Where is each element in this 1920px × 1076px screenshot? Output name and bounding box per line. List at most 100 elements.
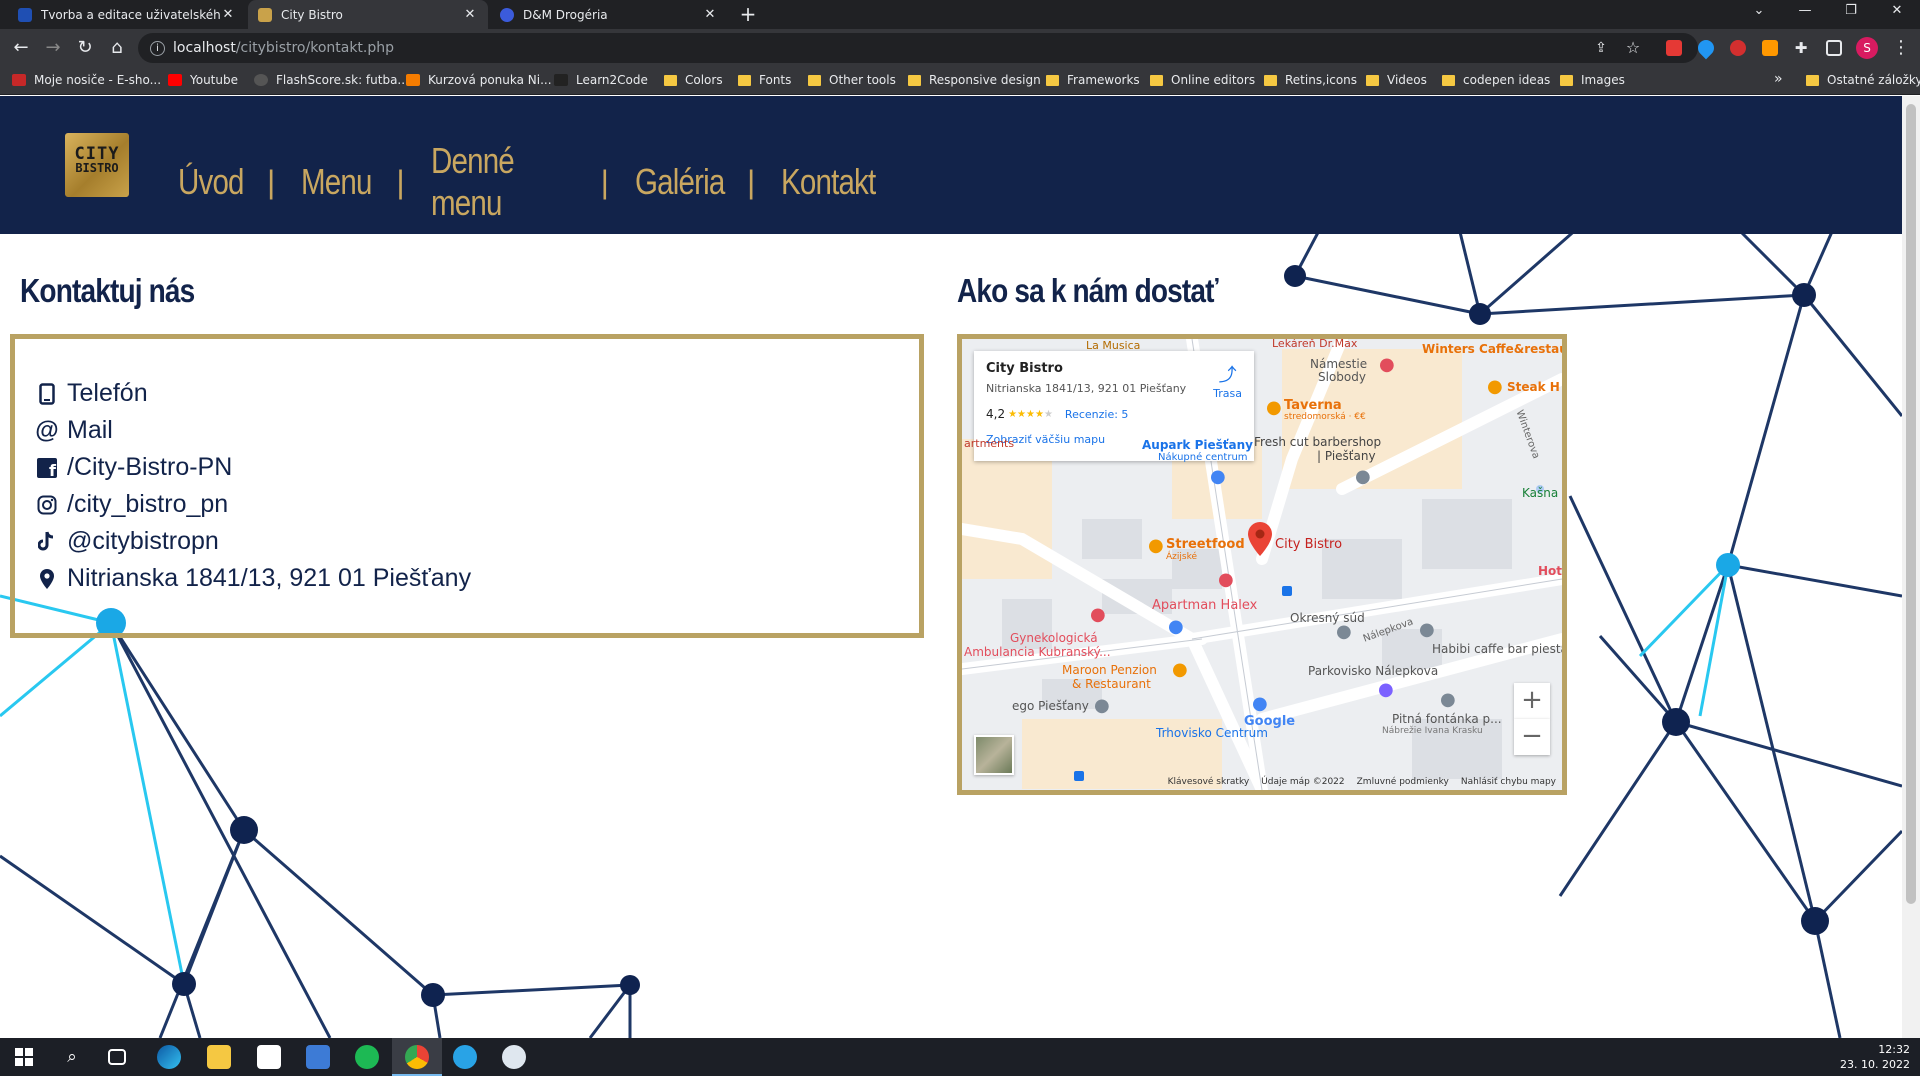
bookmark-folder[interactable]: Colors [664,73,723,87]
contact-address[interactable]: Nitrianska 1841/13, 921 01 Piešťany [37,564,471,593]
restore-button[interactable]: ❐ [1828,3,1874,18]
browser-tab-strip: Tvorba a editace uživatelského p ✕ City … [0,0,1920,29]
folder-icon [808,74,821,86]
close-window-button[interactable]: ✕ [1874,3,1920,18]
tab-city-bistro[interactable]: City Bistro ✕ [248,0,488,29]
place-address: Nitrianska 1841/13, 921 01 Piešťany [986,382,1187,395]
bookmark-folder[interactable]: codepen ideas [1442,73,1550,87]
bookmark-folder-other[interactable]: Ostatné záložky [1806,73,1920,87]
bookmark-folder[interactable]: Online editors [1150,73,1255,87]
extension-drop-icon[interactable] [1694,36,1718,60]
map-label: ego Piešťany [1012,699,1089,713]
menu-kebab-icon[interactable]: ⋮ [1888,35,1914,61]
zoom-in-button[interactable]: + [1514,683,1550,719]
nav-item-galeria[interactable]: Galéria [635,161,725,203]
bookmark-folder[interactable]: Other tools [808,73,896,87]
bookmark-folder[interactable]: Videos [1366,73,1427,87]
forward-button[interactable]: → [40,35,66,61]
extensions-puzzle-icon[interactable]: ✚ [1788,35,1814,61]
bookmark-star-icon[interactable]: ☆ [1620,35,1646,61]
map-label: Nábrežie Ivana Krasku [1382,726,1483,736]
flashscore-icon [254,74,268,86]
bookmark-folder[interactable]: Retins,icons [1264,73,1357,87]
chrome-taskbar-active[interactable] [392,1038,442,1076]
home-button[interactable]: ⌂ [104,35,130,61]
bookmark-item[interactable]: Learn2Code [554,73,648,87]
paint-icon[interactable] [502,1045,526,1069]
tab-search-icon[interactable]: ⌄ [1736,3,1782,18]
file-explorer-icon[interactable] [207,1045,231,1069]
app-blue-icon[interactable] [306,1045,330,1069]
contact-tiktok[interactable]: @citybistropn [37,527,219,556]
bookmarks-bar: Moje nosiče - E-sho... Youtube FlashScor… [0,67,1920,95]
nav-item-kontakt[interactable]: Kontakt [781,161,876,203]
contact-phone[interactable]: Telefón [37,379,148,408]
bookmark-folder[interactable]: Images [1560,73,1625,87]
bookmarks-more-button[interactable]: » [1774,71,1783,87]
map-label: artments [964,437,1015,450]
contact-instagram[interactable]: /city_bistro_pn [37,490,228,519]
terms-link[interactable]: Zmluvné podmienky [1357,777,1449,787]
contact-heading: Kontaktuj nás [20,272,195,309]
bookmark-folder[interactable]: Responsive design [908,73,1041,87]
tab-dm[interactable]: D&M Drogéria ✕ [490,0,728,29]
scrollbar-thumb[interactable] [1906,104,1916,904]
system-clock[interactable]: 12:32 23. 10. 2022 [1840,1042,1910,1072]
facebook-icon: f [37,456,57,480]
share-icon[interactable]: ⇪ [1588,35,1614,61]
reviews-link[interactable]: Recenzie: 5 [1065,408,1129,421]
app-fish-icon[interactable] [453,1045,477,1069]
bookmark-folder[interactable]: Fonts [738,73,791,87]
address-bar[interactable]: i localhost/citybistro/kontakt.php [138,33,1698,63]
nav-item-menu[interactable]: Menu [301,161,372,203]
edge-icon[interactable] [157,1045,181,1069]
page-scrollbar[interactable] [1902,96,1920,1038]
folder-icon [908,74,921,86]
google-map-embed[interactable]: City Bistro Nitrianska 1841/13, 921 01 P… [957,334,1567,795]
back-button[interactable]: ← [8,35,34,61]
map-label: Lekáreň Dr.Max [1272,337,1358,350]
zoom-out-button[interactable]: − [1514,719,1550,755]
search-icon[interactable]: ⌕ [60,1045,84,1069]
windows-start-icon[interactable] [12,1045,36,1069]
bookmark-item[interactable]: FlashScore.sk: futba... [254,73,409,87]
spotify-icon[interactable] [355,1045,379,1069]
directions-button[interactable]: ⤴ Trasa [1213,361,1242,400]
close-icon[interactable]: ✕ [462,7,478,22]
report-error-link[interactable]: Nahlásiť chybu mapy [1461,777,1556,787]
folder-icon [1366,74,1379,86]
nav-item-denne-menu[interactable]: Denné menu [431,140,548,224]
close-icon[interactable]: ✕ [220,7,236,22]
reload-button[interactable]: ↻ [72,35,98,61]
keyboard-shortcuts-link[interactable]: Klávesové skratky [1168,777,1250,787]
map-label: City Bistro [1275,537,1343,552]
map-label: Námestie [1310,357,1368,371]
pin-icon: ● [1090,604,1106,625]
contact-mail[interactable]: @ Mail [35,416,113,445]
close-icon[interactable]: ✕ [702,7,718,22]
bookmark-folder[interactable]: Frameworks [1046,73,1140,87]
bookmark-item[interactable]: Moje nosiče - E-sho... [12,73,161,87]
task-view-icon[interactable] [108,1049,126,1065]
ms-store-icon[interactable] [257,1045,281,1069]
new-tab-button[interactable]: + [736,2,760,26]
profile-avatar[interactable]: S [1856,37,1878,59]
instagram-icon [37,493,57,517]
map-label: Parkovisko Nálepkova [1308,664,1439,678]
minimize-button[interactable]: — [1782,3,1828,18]
extension-red-icon[interactable] [1666,40,1682,56]
sidebar-panel-icon[interactable] [1826,40,1842,56]
nav-item-uvod[interactable]: Úvod [178,161,244,203]
city-bistro-logo[interactable]: CITY BISTRO [65,133,129,197]
map-label: La Musica [1086,339,1141,352]
info-icon[interactable]: i [150,40,165,56]
satellite-layer-button[interactable] [974,735,1014,775]
bookmark-item[interactable]: Kurzová ponuka Ni... [406,73,552,87]
page-viewport: CITY BISTRO Úvod | Menu | Denné menu | G… [0,96,1902,1038]
bookmark-item[interactable]: Youtube [168,73,238,87]
directions-icon: ⤴ [1218,365,1237,386]
extension-orange-icon[interactable] [1762,40,1778,56]
tab-sk[interactable]: Tvorba a editace uživatelského p ✕ [8,0,246,29]
contact-facebook[interactable]: f /City-Bistro-PN [37,453,232,482]
extension-rocket-icon[interactable] [1730,40,1746,56]
